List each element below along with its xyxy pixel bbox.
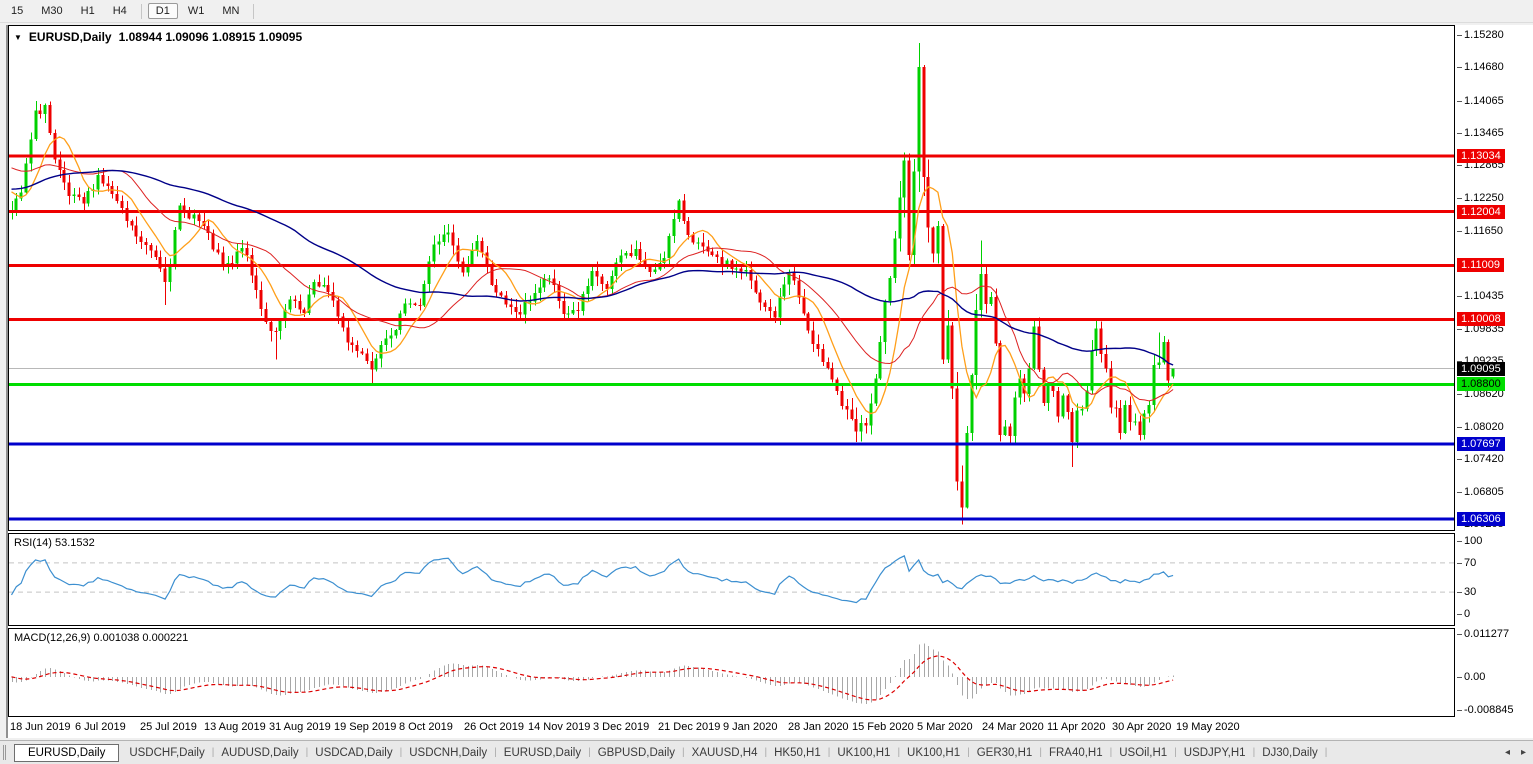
chart-tab[interactable]: USDCHF,Daily <box>122 745 211 761</box>
time-axis-label: 5 Mar 2020 <box>917 721 973 733</box>
time-axis-label: 3 Dec 2019 <box>593 721 650 733</box>
chart-tabs-bar: EURUSD,Daily USDCHF,Daily | AUDUSD,Daily | US… <box>0 740 1533 764</box>
chart-title: ▼ EURUSD,Daily 1.08944 1.09096 1.08915 1… <box>14 30 302 44</box>
toolbar-separator <box>253 3 255 19</box>
time-axis-label: 24 Mar 2020 <box>982 721 1044 733</box>
time-axis-label: 18 Jun 2019 <box>10 721 71 733</box>
macd-label: MACD(12,26,9) 0.001038 0.000221 <box>14 632 189 644</box>
time-axis-label: 6 Jul 2019 <box>75 721 126 733</box>
timeframe-15-button[interactable]: 15 <box>3 3 31 19</box>
chart-tab[interactable]: DJ30,Daily <box>1255 745 1325 761</box>
chart-tab[interactable]: USDCNH,Daily <box>402 745 494 761</box>
rsi-label: RSI(14) 53.1532 <box>14 537 95 549</box>
resistance-level-badge: 1.10008 <box>1457 312 1505 326</box>
time-axis-label: 21 Dec 2019 <box>658 721 721 733</box>
rsi-axis-tick: 30 <box>1456 586 1477 598</box>
support-level-badge: 1.07697 <box>1457 437 1505 451</box>
tabs-grip <box>3 745 6 760</box>
timeframe-d1-button[interactable]: D1 <box>147 3 178 19</box>
timeframe-h4-button[interactable]: H4 <box>105 3 135 19</box>
chart-tab[interactable]: XAUUSD,H4 <box>685 745 765 761</box>
macd-signal-line <box>11 655 1174 701</box>
timeframe-m30-button[interactable]: M30 <box>33 3 70 19</box>
rsi-axis-tick: 0 <box>1456 608 1471 620</box>
chart-tab[interactable]: GER30,H1 <box>970 745 1040 761</box>
time-axis-label: 9 Jan 2020 <box>723 721 778 733</box>
macd-chart[interactable] <box>8 628 1455 717</box>
price-axis-tick: 1.15280 <box>1457 29 1504 41</box>
price-axis-tick: 1.10435 <box>1457 290 1504 302</box>
rsi-axis-tick: 100 <box>1456 535 1483 547</box>
current-price-badge: 1.09095 <box>1457 362 1505 376</box>
chart-tab[interactable]: UK100,H1 <box>830 745 897 761</box>
support-level-badge: 1.06306 <box>1457 512 1505 526</box>
price-axis-tick: 1.11650 <box>1457 225 1503 237</box>
chart-tab[interactable]: EURUSD,Daily <box>14 743 120 762</box>
chart-tab[interactable]: EURUSD,Daily <box>497 745 588 761</box>
timeframe-w1-button[interactable]: W1 <box>180 3 213 19</box>
price-axis-tick: 1.07420 <box>1457 453 1504 465</box>
time-axis-label: 25 Jul 2019 <box>140 721 197 733</box>
time-axis-label: 28 Jan 2020 <box>788 721 849 733</box>
chart-tab[interactable]: USDCAD,Daily <box>308 745 399 761</box>
rsi-panel-border <box>8 533 1455 626</box>
resistance-level-badge: 1.12004 <box>1457 205 1505 219</box>
time-axis-label: 15 Feb 2020 <box>852 721 914 733</box>
time-axis-label: 19 Sep 2019 <box>334 721 397 733</box>
rsi-line <box>10 555 1174 604</box>
price-axis: 1.15280 1.14680 1.14065 1.13465 1.12865 1.122… <box>1456 25 1533 738</box>
rsi-chart[interactable] <box>8 533 1455 626</box>
price-axis-tick: 1.12250 <box>1457 192 1504 204</box>
resistance-level-badge: 1.11009 <box>1457 258 1504 272</box>
chart-tab[interactable]: GBPUSD,Daily <box>591 745 682 761</box>
chart-tab[interactable]: USDJPY,H1 <box>1177 745 1253 761</box>
trading-terminal-window: { "toolbar": { "items": ["15", "M30", "H… <box>0 0 1533 764</box>
time-axis-label: 26 Oct 2019 <box>464 721 524 733</box>
chart-tab[interactable]: UK100,H1 <box>900 745 967 761</box>
symbol-period-label: EURUSD,Daily <box>28 30 112 44</box>
resistance-level-badge: 1.13034 <box>1457 149 1505 163</box>
candlestick-chart[interactable] <box>8 25 1455 531</box>
price-axis-tick: 1.14065 <box>1457 95 1504 107</box>
tabs-scroll-right-icon[interactable]: ▸ <box>1521 747 1526 758</box>
rsi-axis-tick: 70 <box>1456 557 1477 569</box>
macd-axis-tick: 0.00 <box>1456 671 1486 683</box>
macd-histogram <box>12 643 1174 704</box>
chevron-down-icon[interactable]: ▼ <box>14 33 22 42</box>
timeframe-mn-button[interactable]: MN <box>214 3 247 19</box>
toolbar-separator <box>140 3 142 19</box>
tabs-scroll-arrows: ◂ ▸ <box>1505 747 1526 758</box>
price-axis-tick: 1.14680 <box>1457 61 1504 73</box>
tabs-scroll-left-icon[interactable]: ◂ <box>1505 747 1510 758</box>
price-axis-tick: 1.13465 <box>1457 127 1504 139</box>
chart-tab[interactable]: HK50,H1 <box>767 745 828 761</box>
support-level-badge: 1.08800 <box>1457 377 1505 391</box>
macd-axis-tick: 0.011277 <box>1456 628 1510 640</box>
chart-window[interactable]: ▼ EURUSD,Daily 1.08944 1.09096 1.08915 1… <box>6 25 1533 738</box>
time-axis-label: 13 Aug 2019 <box>204 721 266 733</box>
time-axis: 18 Jun 2019 6 Jul 2019 25 Jul 2019 13 Aug 2… <box>8 717 1456 738</box>
time-axis-label: 14 Nov 2019 <box>528 721 591 733</box>
price-axis-tick: 1.06805 <box>1457 486 1504 498</box>
bear-candle-wicks <box>40 65 1169 525</box>
bear-candle-bodies <box>38 67 1170 508</box>
price-axis-tick: 1.08020 <box>1457 421 1504 433</box>
time-axis-label: 31 Aug 2019 <box>269 721 331 733</box>
chart-tab[interactable]: FRA40,H1 <box>1042 745 1110 761</box>
time-axis-label: 11 Apr 2020 <box>1047 721 1106 733</box>
time-axis-label: 19 May 2020 <box>1176 721 1240 733</box>
ohlc-values: 1.08944 1.09096 1.08915 1.09095 <box>118 30 303 44</box>
chart-tab[interactable]: USOil,H1 <box>1112 745 1174 761</box>
time-axis-label: 8 Oct 2019 <box>399 721 453 733</box>
chart-tab[interactable]: AUDUSD,Daily <box>214 745 305 761</box>
main-panel-border <box>8 25 1455 531</box>
timeframe-h1-button[interactable]: H1 <box>73 3 103 19</box>
timeframe-toolbar: 15 M30 H1 H4 D1 W1 MN <box>0 0 1533 23</box>
macd-axis-tick: -0.008845 <box>1457 704 1514 716</box>
time-axis-label: 30 Apr 2020 <box>1112 721 1172 733</box>
tab-separator: | <box>1324 747 1328 758</box>
